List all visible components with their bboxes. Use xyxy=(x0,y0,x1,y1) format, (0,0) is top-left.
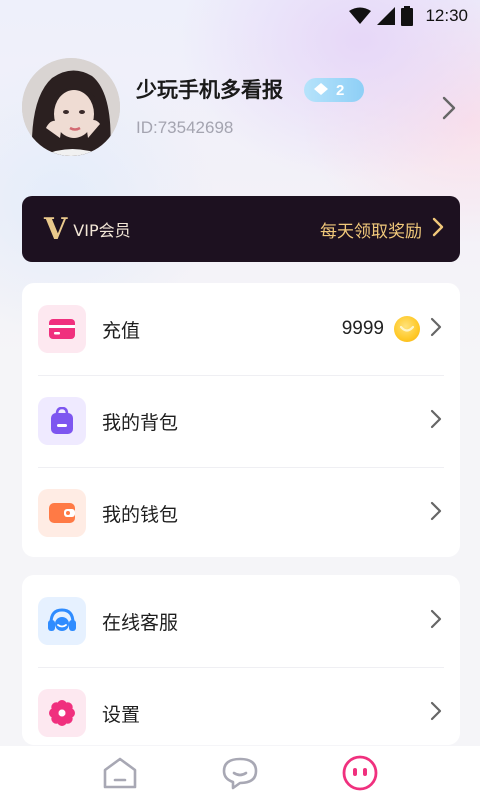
vip-banner[interactable]: V VIP会员 每天领取奖励 xyxy=(22,196,460,262)
tab-home[interactable] xyxy=(100,753,140,793)
backpack-icon xyxy=(38,397,86,445)
menu-item-label: 我的背包 xyxy=(102,411,179,434)
user-name: 少玩手机多看报 xyxy=(136,78,283,102)
menu-item-customer-service[interactable]: 在线客服 xyxy=(22,575,460,667)
menu-item-label: 设置 xyxy=(102,703,141,726)
menu-item-label: 在线客服 xyxy=(102,611,179,634)
menu-card-primary: 充值 9999 我的背包 我的钱包 xyxy=(22,283,460,557)
tab-me[interactable] xyxy=(340,753,380,793)
menu-item-backpack[interactable]: 我的背包 xyxy=(22,375,460,467)
level-badge: 2 xyxy=(304,78,364,102)
wifi-icon xyxy=(349,7,372,25)
vip-reward-link[interactable]: 每天领取奖励 xyxy=(320,217,422,242)
tab-messages[interactable] xyxy=(220,753,260,793)
menu-item-label: 我的钱包 xyxy=(102,503,179,526)
diamond-icon xyxy=(314,82,328,99)
chevron-right-icon xyxy=(432,217,444,241)
chevron-right-icon xyxy=(430,609,442,633)
chevron-right-icon xyxy=(430,701,442,725)
chevron-right-icon xyxy=(430,501,442,525)
menu-card-secondary: 在线客服 设置 xyxy=(22,575,460,745)
avatar[interactable] xyxy=(22,58,120,156)
wallet-icon xyxy=(38,489,86,537)
menu-item-wallet[interactable]: 我的钱包 xyxy=(22,467,460,559)
battery-icon xyxy=(401,6,414,26)
chevron-right-icon xyxy=(430,317,442,341)
settings-icon xyxy=(38,689,86,737)
bottom-tab-bar xyxy=(0,746,480,800)
chevron-right-icon[interactable] xyxy=(442,96,456,124)
profile-header[interactable]: 少玩手机多看报 2 ID:73542698 xyxy=(22,58,462,158)
vip-logo: V xyxy=(44,211,68,247)
headset-icon xyxy=(38,597,86,645)
profile-face-icon xyxy=(342,755,378,791)
chevron-right-icon xyxy=(430,409,442,433)
status-time: 12:30 xyxy=(425,6,468,25)
menu-item-label: 充值 xyxy=(102,319,141,342)
coin-icon xyxy=(394,316,420,342)
vip-label: VIP会员 xyxy=(73,221,131,240)
menu-item-recharge[interactable]: 充值 9999 xyxy=(22,283,460,375)
user-id: ID:73542698 xyxy=(136,118,234,137)
signal-icon xyxy=(377,7,396,25)
balance-value: 9999 xyxy=(341,318,384,339)
status-bar: 12:30 xyxy=(0,0,480,32)
chat-bubble-icon xyxy=(222,757,258,790)
avatar-image xyxy=(22,58,120,156)
level-value: 2 xyxy=(336,81,345,99)
home-icon xyxy=(103,757,137,789)
menu-item-settings[interactable]: 设置 xyxy=(22,667,460,745)
card-icon xyxy=(38,305,86,353)
